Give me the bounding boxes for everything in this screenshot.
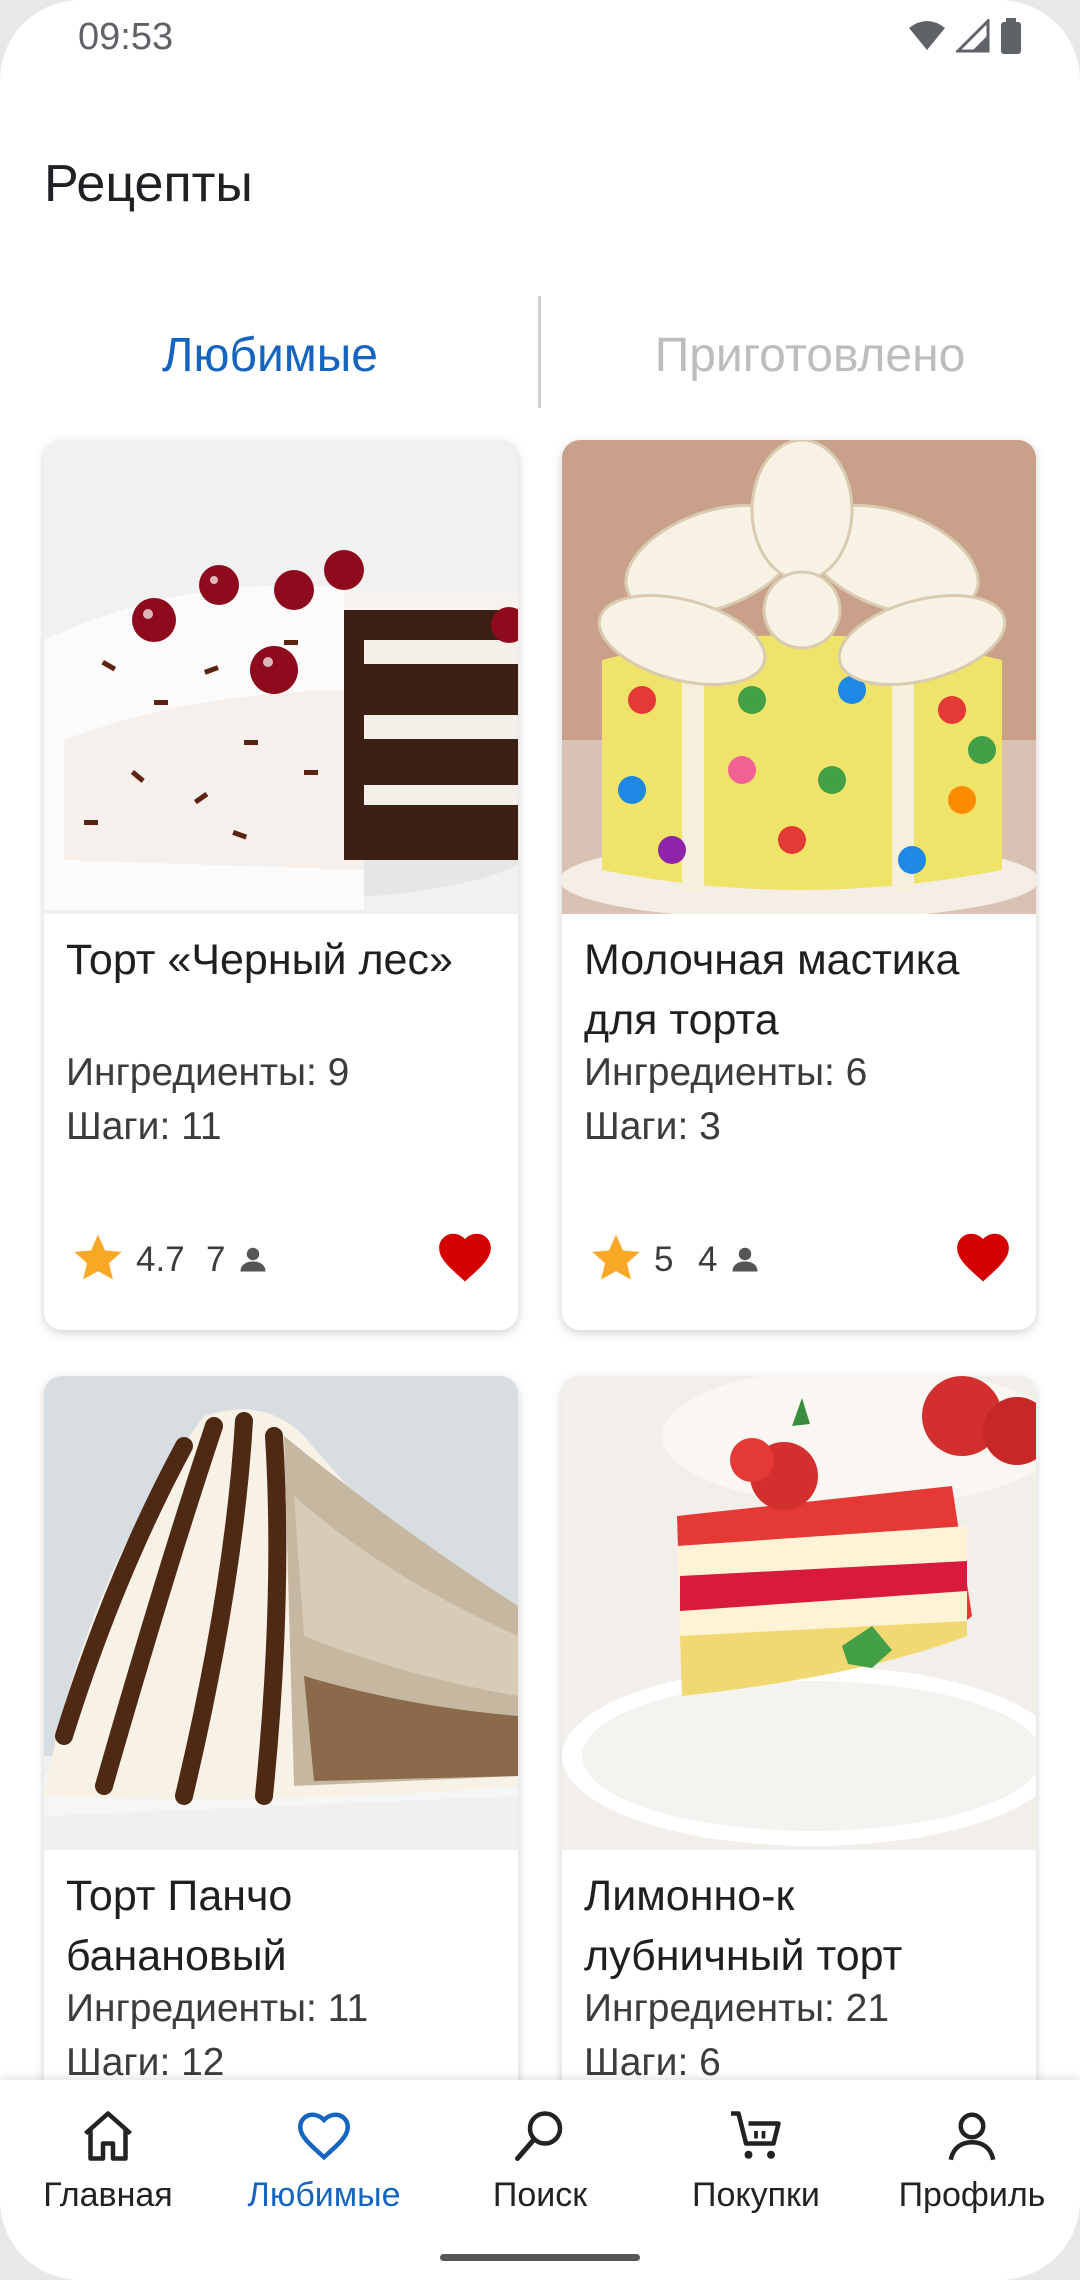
- cooks-count: 7: [206, 1240, 226, 1279]
- recipe-card[interactable]: Молочная мастика для торта Ингредиенты: …: [562, 440, 1036, 1330]
- recipe-meta: Ингредиенты: 6 Шаги: 3: [584, 1046, 867, 1154]
- favorite-heart-icon[interactable]: [952, 1226, 1014, 1288]
- ingredients-count: Ингредиенты: 21: [584, 1987, 890, 2030]
- status-time: 09:53: [78, 16, 174, 58]
- rating-value: 5: [654, 1240, 674, 1279]
- home-indicator[interactable]: [440, 2254, 640, 2261]
- recipe-image: [562, 1376, 1036, 1850]
- recipe-meta: Ингредиенты: 9 Шаги: 11: [66, 1046, 349, 1154]
- nav-shopping[interactable]: Покупки: [648, 2106, 864, 2215]
- nav-label: Покупки: [692, 2176, 820, 2214]
- person-icon: [240, 1247, 266, 1272]
- person-icon: [732, 1247, 758, 1272]
- rating-value: 4.7: [136, 1240, 185, 1279]
- nav-label: Любимые: [247, 2176, 401, 2214]
- battery-icon: [1001, 18, 1021, 54]
- nav-label: Главная: [43, 2176, 173, 2214]
- recipe-image: [44, 1376, 518, 1850]
- nav-label: Поиск: [492, 2176, 588, 2214]
- status-bar: 09:53: [0, 0, 1080, 72]
- cart-icon: [731, 2111, 781, 2159]
- steps-count: Шаги: 3: [584, 1105, 721, 1148]
- ingredients-count: Ингредиенты: 6: [584, 1051, 868, 1094]
- wifi-icon: [909, 21, 945, 50]
- card-footer: 5 4: [584, 1226, 1014, 1290]
- heart-outline-icon: [297, 2112, 351, 2161]
- page-title: Рецепты: [44, 155, 253, 213]
- cooks-count: 4: [698, 1240, 718, 1279]
- signal-icon: [956, 19, 990, 53]
- nav-profile[interactable]: Профиль: [864, 2106, 1080, 2215]
- favorite-heart-icon[interactable]: [434, 1226, 496, 1288]
- nav-favorites[interactable]: Любимые: [216, 2106, 432, 2215]
- card-footer: 4.7 7: [66, 1226, 496, 1290]
- status-icons: [908, 18, 1022, 54]
- person-icon: [948, 2112, 996, 2161]
- ingredients-count: Ингредиенты: 9: [66, 1051, 350, 1094]
- recipe-meta: Ингредиенты: 11 Шаги: 12: [66, 1982, 368, 2090]
- recipe-card[interactable]: Лимонно-к лубничный торт Ингредиенты: 21…: [562, 1376, 1036, 2136]
- steps-count: Шаги: 11: [66, 1105, 222, 1148]
- app-screen: 09:53 Рецепты Любимые Приготовлено Торт …: [0, 0, 1080, 2280]
- star-icon: [592, 1234, 640, 1280]
- bottom-nav: Главная Любимые Поиск Покупки Профиль: [0, 2080, 1080, 2280]
- home-icon: [84, 2111, 132, 2161]
- recipe-title: Молочная мастика для торта: [584, 936, 960, 1044]
- recipe-meta: Ингредиенты: 21 Шаги: 6: [584, 1982, 889, 2090]
- recipe-image: [44, 440, 518, 914]
- tab-favorites[interactable]: Любимые: [0, 328, 540, 383]
- recipe-title: Торт «Черный лес»: [66, 936, 453, 984]
- search-icon: [515, 2111, 563, 2161]
- recipe-card[interactable]: Торт Панчо банановый Ингредиенты: 11 Шаг…: [44, 1376, 518, 2136]
- tab-cooked[interactable]: Приготовлено: [540, 328, 1080, 383]
- ingredients-count: Ингредиенты: 11: [66, 1987, 369, 2030]
- recipe-title: Торт Панчо банановый: [66, 1872, 293, 1980]
- recipe-image: [562, 440, 1036, 914]
- nav-search[interactable]: Поиск: [432, 2106, 648, 2215]
- tabs: Любимые Приготовлено: [0, 290, 1080, 410]
- nav-label: Профиль: [898, 2176, 1046, 2214]
- recipe-card[interactable]: Торт «Черный лес» Ингредиенты: 9 Шаги: 1…: [44, 440, 518, 1330]
- recipe-title: Лимонно-к лубничный торт: [584, 1872, 903, 1980]
- star-icon: [74, 1234, 122, 1280]
- nav-home[interactable]: Главная: [0, 2106, 216, 2215]
